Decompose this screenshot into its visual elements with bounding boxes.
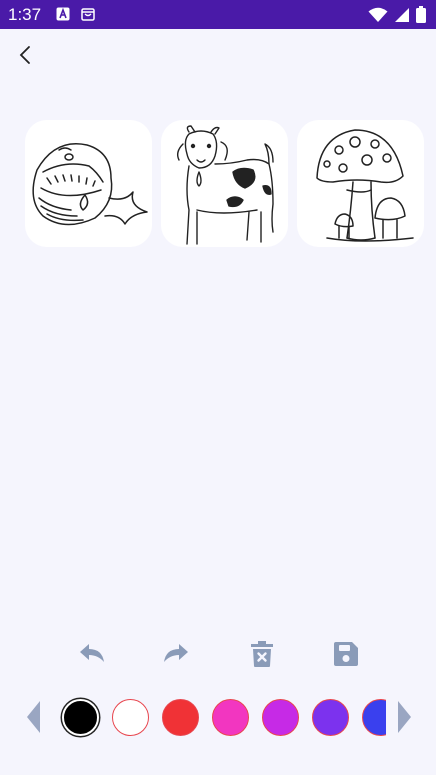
- gallery-item-whale[interactable]: [25, 120, 152, 247]
- redo-icon: [164, 644, 188, 662]
- battery-icon: [416, 6, 426, 23]
- color-palette: [0, 696, 436, 738]
- gallery-item-mushroom[interactable]: [297, 120, 424, 247]
- signal-icon: [395, 7, 409, 22]
- delete-button[interactable]: [244, 636, 280, 672]
- color-swatch[interactable]: [312, 699, 349, 736]
- gallery-item-goat[interactable]: [161, 120, 288, 247]
- color-swatch[interactable]: [62, 699, 99, 736]
- back-button[interactable]: [10, 40, 40, 70]
- status-time: 1:37: [8, 5, 42, 24]
- undo-button[interactable]: [74, 636, 110, 672]
- store-icon: [81, 8, 95, 21]
- drawing-gallery: [25, 120, 436, 247]
- chevron-left-icon: [19, 46, 30, 64]
- palette-left-arrow-icon[interactable]: [24, 699, 44, 735]
- editor-toolbar: [0, 636, 436, 672]
- color-swatch[interactable]: [362, 699, 386, 736]
- color-swatch[interactable]: [262, 699, 299, 736]
- undo-icon: [80, 644, 104, 662]
- save-button[interactable]: [328, 636, 364, 672]
- color-swatch[interactable]: [112, 699, 149, 736]
- mushroom-outline-icon: [316, 129, 414, 242]
- goat-outline-icon: [176, 125, 274, 245]
- whale-outline-icon: [32, 143, 148, 226]
- wifi-icon: [368, 7, 388, 22]
- status-bar: 1:37: [0, 0, 436, 29]
- trash-icon: [251, 641, 273, 667]
- palette-right-arrow-icon[interactable]: [394, 699, 414, 735]
- swatch-strip: [60, 696, 386, 738]
- text-a-icon: [56, 7, 70, 21]
- save-icon: [334, 642, 358, 666]
- redo-button[interactable]: [158, 636, 194, 672]
- color-swatch[interactable]: [162, 699, 199, 736]
- color-swatch[interactable]: [212, 699, 249, 736]
